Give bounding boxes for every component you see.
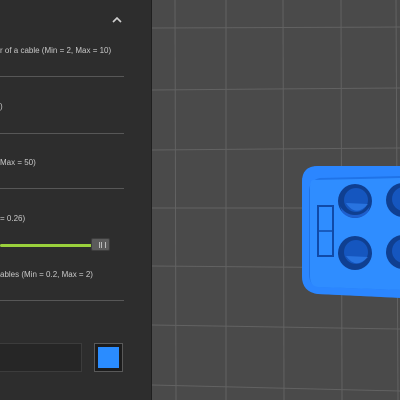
settings-panel: r of a cable (Min = 2, Max = 10) ) Max =… xyxy=(0,0,151,400)
cable-holder-model[interactable] xyxy=(302,166,400,298)
field-4-label: = 0.26) xyxy=(0,214,26,223)
text-input[interactable] xyxy=(0,343,82,372)
viewport-canvas[interactable] xyxy=(152,0,400,400)
cable-thickness-label: ables (Min = 0.2, Max = 2) xyxy=(0,270,93,279)
chevron-up-icon[interactable] xyxy=(111,14,123,26)
color-swatch-fill xyxy=(98,347,119,368)
field-divider xyxy=(0,133,124,134)
cable-hole xyxy=(338,184,372,218)
field-divider xyxy=(0,300,124,301)
field-3-label: Max = 50) xyxy=(0,158,36,167)
cable-hole xyxy=(338,236,372,270)
slider-track[interactable] xyxy=(0,244,95,247)
cable-count-label: r of a cable (Min = 2, Max = 10) xyxy=(0,46,112,55)
field-divider xyxy=(0,76,124,77)
slider-handle[interactable] xyxy=(91,238,110,251)
field-divider xyxy=(0,188,124,189)
3d-viewport[interactable] xyxy=(152,0,400,400)
color-picker-button[interactable] xyxy=(94,343,123,372)
field-2-label: ) xyxy=(0,102,3,111)
